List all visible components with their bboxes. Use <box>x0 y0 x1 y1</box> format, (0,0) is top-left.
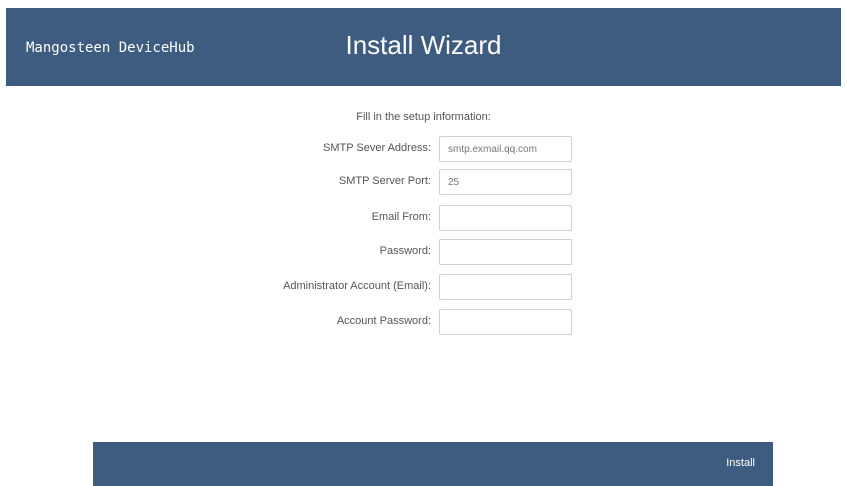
admin-account-row: Administrator Account (Email): <box>0 274 847 300</box>
install-wizard-page: Mangosteen DeviceHub Install Wizard Fill… <box>0 0 847 486</box>
admin-account-input[interactable] <box>439 274 572 300</box>
footer-bar: Install <box>93 442 773 486</box>
smtp-port-row: SMTP Server Port: <box>0 169 847 195</box>
account-password-row: Account Password: <box>0 309 847 335</box>
password-row: Password: <box>0 239 847 265</box>
page-title: Install Wizard <box>345 30 502 60</box>
form-intro: Fill in the setup information: <box>356 111 491 123</box>
header-bar: Mangosteen DeviceHub Install Wizard <box>6 8 841 86</box>
password-input[interactable] <box>439 239 572 265</box>
smtp-port-input[interactable] <box>439 169 572 195</box>
install-button[interactable]: Install <box>726 457 755 469</box>
email-from-label: Email From: <box>371 211 431 223</box>
account-password-input[interactable] <box>439 309 572 335</box>
password-label: Password: <box>379 245 431 257</box>
smtp-port-label: SMTP Server Port: <box>338 175 431 187</box>
smtp-address-row: SMTP Sever Address: <box>0 136 847 162</box>
smtp-address-label: SMTP Sever Address: <box>322 142 431 154</box>
smtp-address-input[interactable] <box>439 136 572 162</box>
account-password-label: Account Password: <box>336 315 431 327</box>
email-from-row: Email From: <box>0 205 847 231</box>
admin-account-label: Administrator Account (Email): <box>283 280 431 292</box>
email-from-input[interactable] <box>439 205 572 231</box>
